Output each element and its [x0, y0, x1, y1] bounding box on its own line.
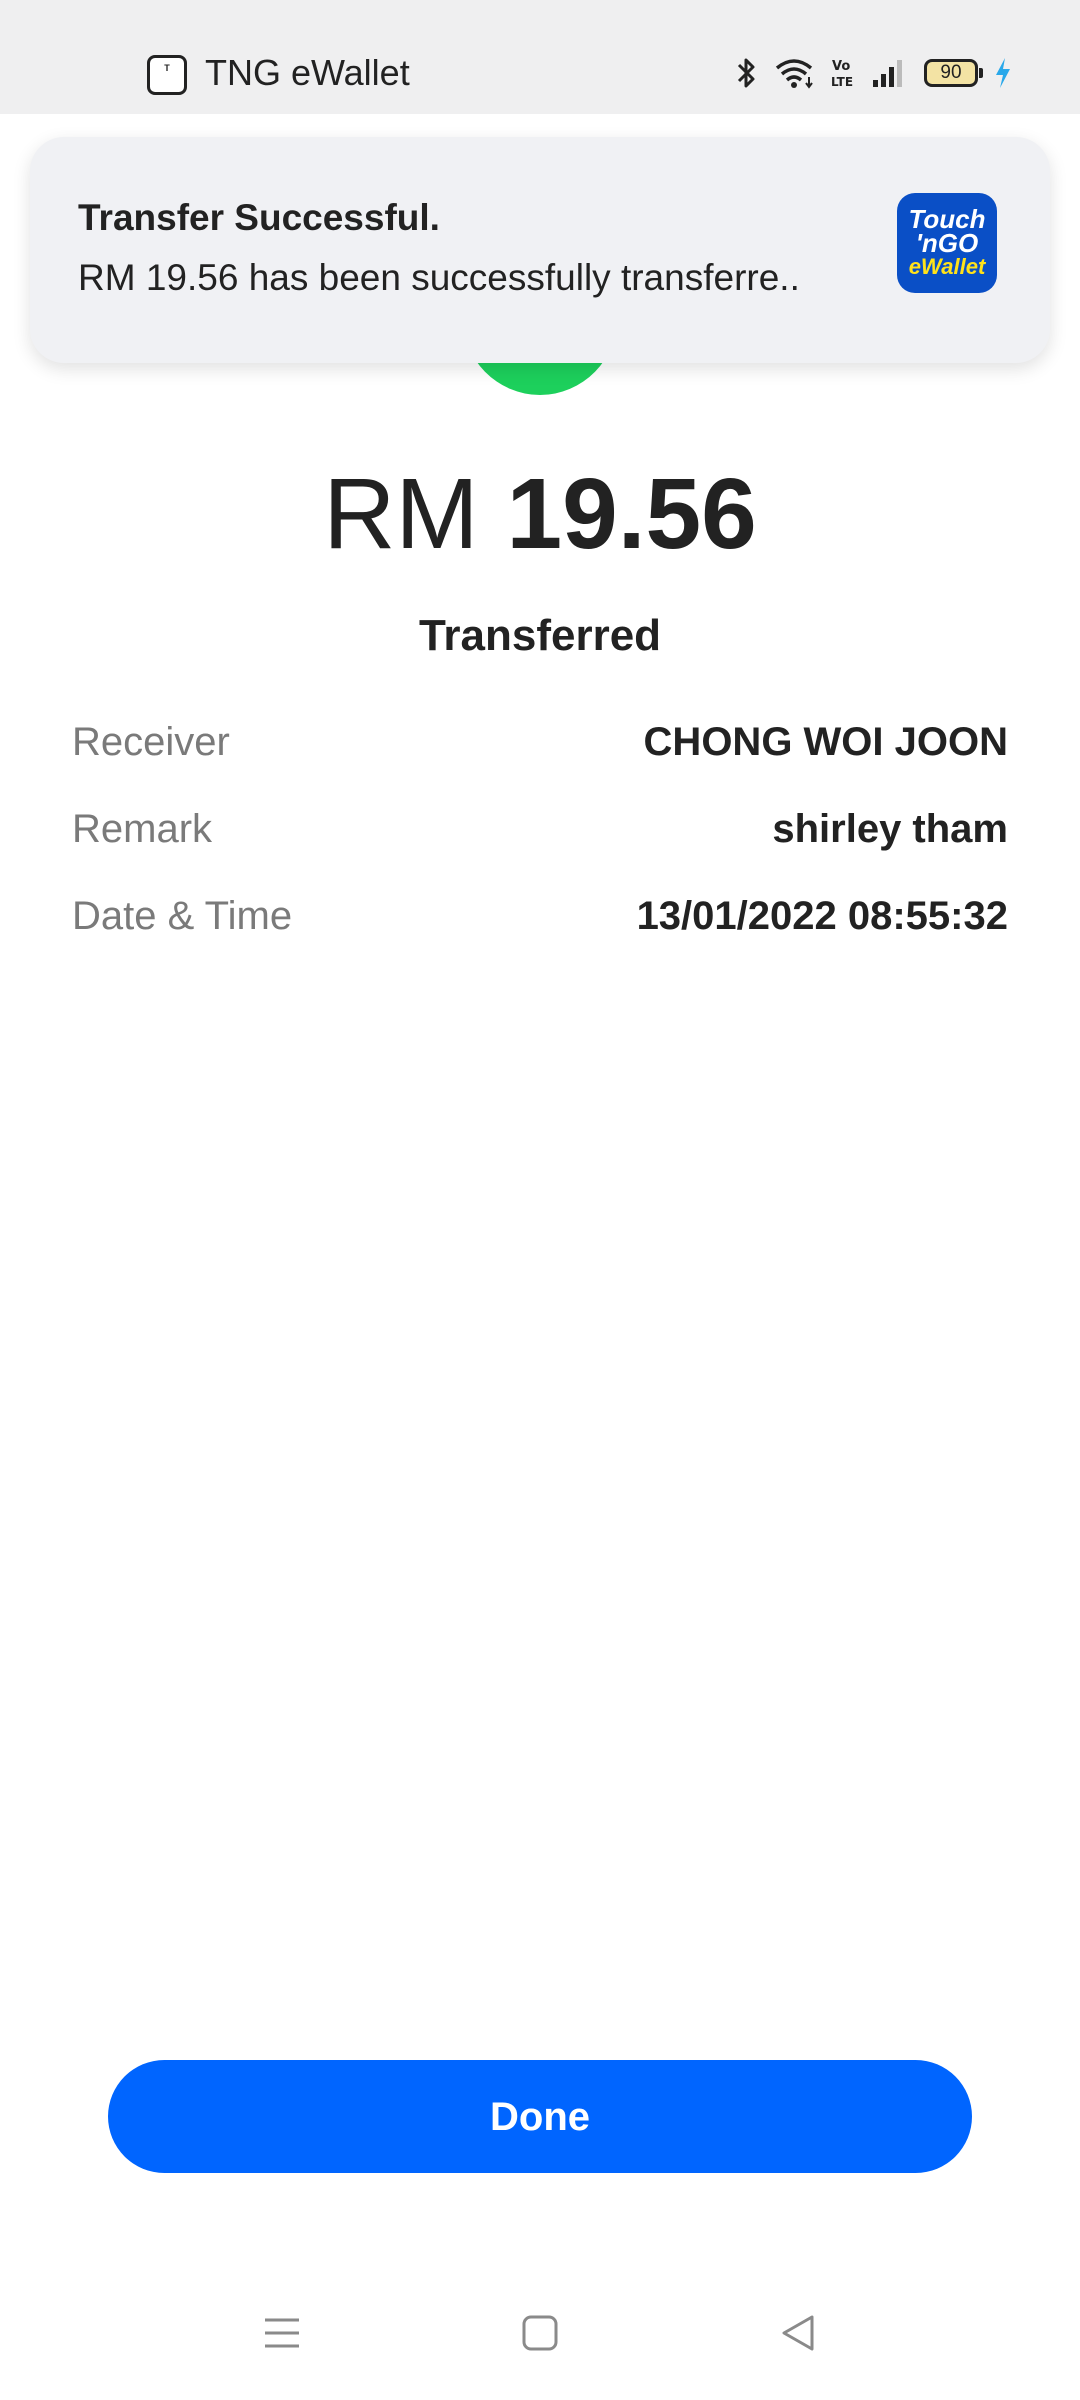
charging-icon	[994, 57, 1012, 89]
detail-row-datetime: Date & Time 13/01/2022 08:55:32	[72, 886, 1008, 973]
status-bar-app-name: TNG eWallet	[205, 52, 410, 93]
transfer-status: Transferred	[418, 611, 662, 660]
menu-icon[interactable]	[247, 2298, 317, 2368]
svg-text:Vo: Vo	[832, 59, 850, 74]
bluetooth-icon	[736, 56, 758, 90]
remark-value: shirley tham	[772, 807, 1008, 851]
receiver-label: Receiver	[72, 720, 230, 764]
transaction-details: Receiver CHONG WOI JOON Remark shirley t…	[72, 712, 1008, 973]
tng-ewallet-logo: Touch 'nGO eWallet	[897, 193, 997, 293]
datetime-value: 13/01/2022 08:55:32	[636, 894, 1008, 938]
volte-icon: Vo LTE	[830, 56, 856, 90]
done-button[interactable]: Done	[108, 2060, 972, 2173]
receiver-value: CHONG WOI JOON	[643, 720, 1008, 764]
status-icons: Vo LTE 90	[736, 50, 1012, 96]
signal-icon	[872, 58, 908, 88]
svg-text:LTE: LTE	[831, 75, 853, 89]
back-icon[interactable]	[763, 2298, 833, 2368]
transfer-notification[interactable]: Transfer Successful. RM 19.56 has been s…	[30, 137, 1050, 363]
notification-title: Transfer Successful.	[78, 197, 440, 238]
transfer-amount: RM 19.56	[0, 455, 1080, 573]
detail-row-receiver: Receiver CHONG WOI JOON	[72, 712, 1008, 799]
home-icon[interactable]	[505, 2298, 575, 2368]
logo-line-3: eWallet	[908, 254, 986, 279]
status-bar: T TNG eWallet Vo LTE 90	[0, 0, 1080, 114]
logo-line-2: 'nGO	[915, 228, 979, 258]
amount-value: 19.56	[506, 458, 757, 570]
detail-row-remark: Remark shirley tham	[72, 799, 1008, 886]
notification-body: RM 19.56 has been successfully transferr…	[78, 257, 800, 298]
amount-currency: RM	[323, 458, 479, 570]
remark-label: Remark	[72, 807, 213, 851]
transfer-success-screen: T TNG eWallet Vo LTE 90 Transfer Success…	[0, 0, 1080, 2400]
datetime-label: Date & Time	[72, 894, 293, 938]
system-nav-bar	[0, 2280, 1080, 2386]
battery-icon: 90	[924, 59, 983, 87]
tng-app-icon: T	[147, 55, 187, 95]
wifi-icon	[774, 57, 814, 89]
